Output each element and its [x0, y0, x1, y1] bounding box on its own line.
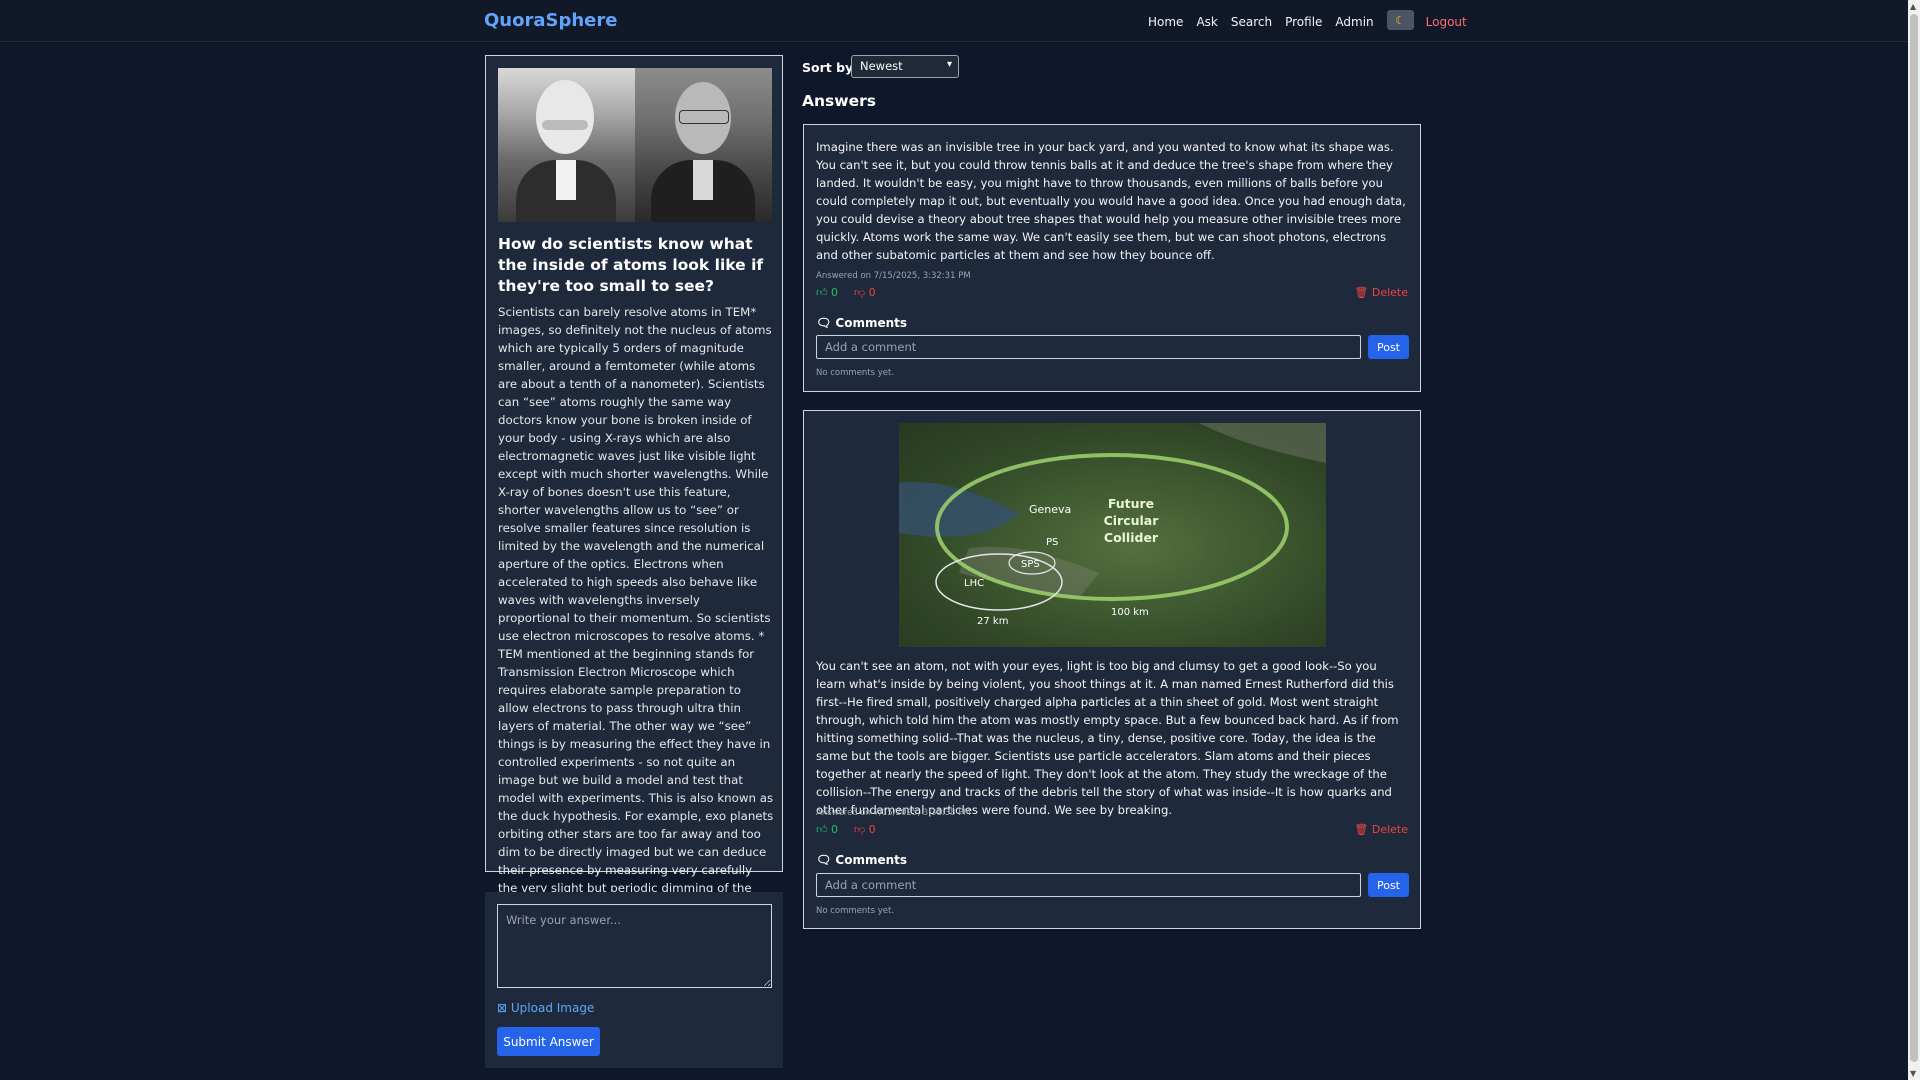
- comments-heading: 🗨︎ Comments: [816, 316, 907, 330]
- sort-select[interactable]: Newest ▾: [851, 55, 959, 78]
- no-comments-text: No comments yet.: [816, 368, 895, 378]
- scroll-down-icon[interactable]: ▼: [1910, 1069, 1916, 1078]
- upvote-count: 0: [831, 823, 838, 836]
- chevron-down-icon: ▾: [946, 59, 952, 70]
- nav-profile[interactable]: Profile: [1285, 15, 1322, 29]
- comment-input[interactable]: [816, 873, 1361, 897]
- nav-ask[interactable]: Ask: [1196, 15, 1217, 29]
- theme-toggle-button[interactable]: ☾: [1386, 10, 1414, 30]
- comment-input[interactable]: [816, 335, 1361, 359]
- question-image: [498, 68, 772, 222]
- upload-image-label: Upload Image: [510, 1001, 595, 1015]
- ps-label: PS: [1046, 537, 1058, 548]
- post-comment-button[interactable]: Post: [1368, 873, 1409, 897]
- nav-admin[interactable]: Admin: [1335, 15, 1373, 29]
- submit-answer-button[interactable]: Submit Answer: [497, 1027, 600, 1056]
- scroll-thumb[interactable]: [1910, 14, 1918, 1062]
- trash-icon: 🗑︎: [1354, 823, 1369, 836]
- moon-icon: ☾: [1395, 13, 1406, 27]
- answers-heading: Answers: [802, 92, 876, 110]
- post-comment-button[interactable]: Post: [1368, 335, 1409, 359]
- comments-heading: 🗨︎ Comments: [816, 853, 907, 867]
- page-scrollbar[interactable]: ▲ ▼: [1908, 0, 1920, 1080]
- sort-label: Sort by:: [802, 60, 859, 75]
- navbar: QuoraSphere Home Ask Search Profile Admi…: [0, 0, 1908, 42]
- downvote-button[interactable]: 👎︎ 0: [854, 823, 876, 836]
- scroll-up-icon[interactable]: ▲: [1910, 2, 1916, 11]
- question-title: How do scientists know what the inside o…: [498, 235, 764, 295]
- answer-date: Answered on 7/15/2025, 3:32:31 PM: [816, 271, 971, 281]
- downvote-count: 0: [868, 823, 876, 836]
- answer-card: Geneva PS SPS LHC 27 km 100 km Future Ci…: [803, 410, 1421, 929]
- portrait-right: [635, 68, 772, 222]
- delete-answer-button[interactable]: 🗑︎ Delete: [1354, 286, 1408, 299]
- downvote-button[interactable]: 👎︎ 0: [854, 286, 876, 299]
- comments-label: Comments: [835, 853, 908, 867]
- answer-date: Answered on 7/15/2025, 3:31:38 PM: [816, 808, 971, 818]
- answer-form: ⊠ Upload Image Submit Answer: [485, 892, 783, 1068]
- fcc-label: Future Circular Collider: [1103, 496, 1159, 545]
- image-icon: ⊠: [497, 1001, 508, 1015]
- vote-controls: 👍︎ 0 👎︎ 0: [816, 823, 876, 836]
- geneva-label: Geneva: [1029, 503, 1071, 516]
- upvote-button[interactable]: 👍︎ 0: [816, 823, 838, 836]
- question-body: Scientists can barely resolve atoms in T…: [498, 305, 774, 913]
- nav-links: Home Ask Search Profile Admin ☾ Logout: [1148, 10, 1480, 30]
- nav-search[interactable]: Search: [1231, 15, 1272, 29]
- answer-textarea[interactable]: [497, 904, 772, 988]
- fcc-distance-label: 100 km: [1111, 607, 1149, 618]
- comment-icon: 🗨︎: [816, 316, 832, 330]
- delete-label: Delete: [1371, 823, 1408, 836]
- lhc-label: LHC: [964, 578, 984, 589]
- lhc-distance-label: 27 km: [977, 616, 1008, 627]
- mountain-area: [1199, 423, 1326, 463]
- delete-label: Delete: [1371, 286, 1408, 299]
- sort-selected-value: Newest: [860, 59, 903, 73]
- question-card: How do scientists know what the inside o…: [485, 55, 783, 913]
- delete-answer-button[interactable]: 🗑︎ Delete: [1354, 823, 1408, 836]
- thumbs-down-icon: 👎︎: [854, 823, 866, 836]
- portrait-left: [498, 68, 635, 222]
- answer-card: Imagine there was an invisible tree in y…: [803, 124, 1421, 392]
- thumbs-up-icon: 👍︎: [816, 286, 828, 299]
- vote-controls: 👍︎ 0 👎︎ 0: [816, 286, 876, 299]
- thumbs-down-icon: 👎︎: [854, 286, 866, 299]
- brand-logo[interactable]: QuoraSphere: [484, 10, 617, 31]
- sps-label: SPS: [1021, 559, 1040, 570]
- nav-home[interactable]: Home: [1148, 15, 1183, 29]
- upload-image-link[interactable]: ⊠ Upload Image: [497, 1001, 594, 1015]
- comments-label: Comments: [835, 316, 908, 330]
- downvote-count: 0: [868, 286, 876, 299]
- logout-link[interactable]: Logout: [1426, 15, 1467, 29]
- trash-icon: 🗑︎: [1354, 286, 1369, 299]
- upvote-count: 0: [831, 286, 838, 299]
- no-comments-text: No comments yet.: [816, 906, 895, 916]
- upvote-button[interactable]: 👍︎ 0: [816, 286, 838, 299]
- answer-text: You can't see an atom, not with your eye…: [816, 659, 1399, 817]
- comment-icon: 🗨︎: [816, 853, 832, 867]
- answer-text: Imagine there was an invisible tree in y…: [816, 140, 1406, 262]
- thumbs-up-icon: 👍︎: [816, 823, 828, 836]
- answer-image-map: Geneva PS SPS LHC 27 km 100 km Future Ci…: [899, 423, 1326, 647]
